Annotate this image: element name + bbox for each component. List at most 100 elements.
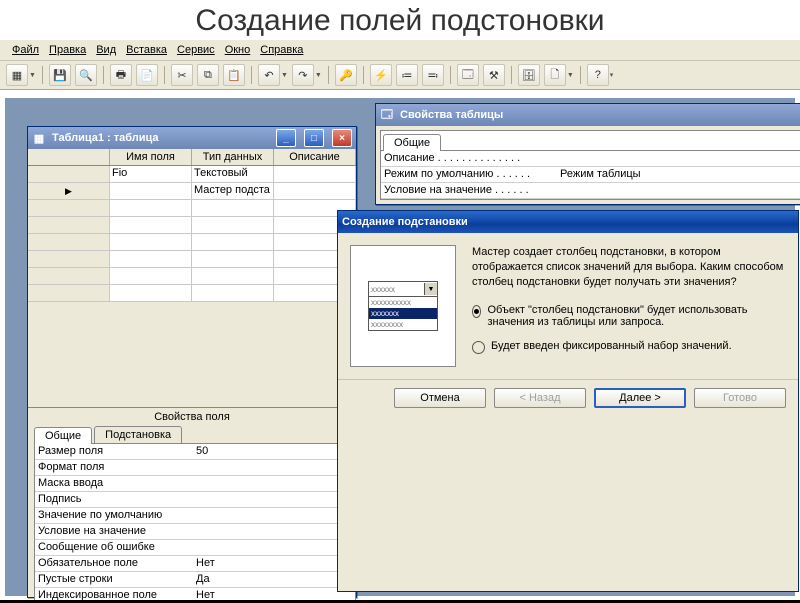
table-row[interactable] bbox=[28, 200, 356, 217]
cell-fieldname[interactable] bbox=[110, 268, 192, 284]
table-row[interactable] bbox=[28, 234, 356, 251]
delete-rows-button[interactable]: ≕ bbox=[422, 64, 444, 86]
property-row[interactable]: Индексированное полеНет bbox=[35, 588, 355, 603]
close-button[interactable]: × bbox=[332, 129, 352, 147]
property-row[interactable]: Маска ввода bbox=[35, 476, 355, 492]
dropdown-icon[interactable]: ▼ bbox=[315, 72, 322, 79]
row-selector[interactable] bbox=[28, 268, 110, 284]
row-selector[interactable] bbox=[28, 217, 110, 233]
cell-description[interactable] bbox=[274, 166, 356, 182]
table-row[interactable]: ▶Мастер подста bbox=[28, 183, 356, 200]
grid-body[interactable]: FioТекстовый▶Мастер подста bbox=[28, 166, 356, 302]
copy-button[interactable]: ⧉ bbox=[197, 64, 219, 86]
radio-option-fixed-list[interactable]: Будет введен фиксированный набор значени… bbox=[472, 340, 786, 354]
titlebar[interactable]: Создание подстановки bbox=[338, 211, 798, 233]
row-selector[interactable] bbox=[28, 166, 110, 182]
insert-rows-button[interactable]: ≔ bbox=[396, 64, 418, 86]
dropdown-icon[interactable]: ▾ bbox=[610, 71, 614, 79]
new-object-button[interactable]: 🗋 bbox=[544, 64, 566, 86]
table-row[interactable] bbox=[28, 217, 356, 234]
property-row[interactable]: Подпись bbox=[35, 492, 355, 508]
cell-datatype[interactable] bbox=[192, 251, 274, 267]
property-value[interactable] bbox=[193, 460, 355, 475]
col-datatype[interactable]: Тип данных bbox=[192, 149, 274, 165]
undo-button[interactable]: ↶ bbox=[258, 64, 280, 86]
property-row[interactable]: Пустые строкиДа bbox=[35, 572, 355, 588]
properties-button[interactable]: 🗔 bbox=[457, 64, 479, 86]
row-selector[interactable] bbox=[28, 234, 110, 250]
col-fieldname[interactable]: Имя поля bbox=[110, 149, 192, 165]
menu-insert[interactable]: Вставка bbox=[124, 43, 169, 57]
property-row[interactable]: Описание . . . . . . . . . . . . . . bbox=[381, 151, 800, 167]
row-selector[interactable] bbox=[28, 200, 110, 216]
tab-lookup[interactable]: Подстановка bbox=[94, 426, 182, 443]
search-button[interactable]: 🔍 bbox=[75, 64, 97, 86]
cell-datatype[interactable] bbox=[192, 217, 274, 233]
table-row[interactable] bbox=[28, 285, 356, 302]
titlebar[interactable]: 🗔 Свойства таблицы × bbox=[376, 104, 800, 126]
property-value[interactable] bbox=[193, 508, 355, 523]
col-desc[interactable]: Описание bbox=[274, 149, 356, 165]
property-value[interactable] bbox=[193, 524, 355, 539]
indexes-button[interactable]: ⚡ bbox=[370, 64, 392, 86]
cell-fieldname[interactable] bbox=[110, 217, 192, 233]
property-value[interactable]: Да bbox=[193, 572, 355, 587]
menu-tools[interactable]: Сервис bbox=[175, 43, 217, 57]
menu-help[interactable]: Справка bbox=[258, 43, 305, 57]
property-row[interactable]: Значение по умолчанию bbox=[35, 508, 355, 524]
property-value[interactable] bbox=[557, 183, 800, 198]
table-row[interactable] bbox=[28, 251, 356, 268]
props-grid[interactable]: Размер поля50Формат поляМаска вводаПодпи… bbox=[34, 443, 356, 603]
cell-datatype[interactable] bbox=[192, 268, 274, 284]
titlebar[interactable]: ▦ Таблица1 : таблица _ □ × bbox=[28, 127, 356, 149]
cell-datatype[interactable] bbox=[192, 200, 274, 216]
property-row[interactable]: Формат поля bbox=[35, 460, 355, 476]
build-button[interactable]: ⚒ bbox=[483, 64, 505, 86]
cut-button[interactable]: ✂ bbox=[171, 64, 193, 86]
print-button[interactable]: 🖶 bbox=[110, 64, 132, 86]
view-mode-button[interactable]: ▦ bbox=[6, 64, 28, 86]
cell-datatype[interactable] bbox=[192, 285, 274, 301]
property-value[interactable]: Нет bbox=[193, 556, 355, 571]
property-value[interactable] bbox=[193, 540, 355, 555]
table-row[interactable]: FioТекстовый bbox=[28, 166, 356, 183]
property-value[interactable]: Нет bbox=[193, 588, 355, 603]
menu-view[interactable]: Вид bbox=[94, 43, 118, 57]
cell-fieldname[interactable] bbox=[110, 200, 192, 216]
database-window-button[interactable]: 🗄 bbox=[518, 64, 540, 86]
cancel-button[interactable]: Отмена bbox=[394, 388, 486, 408]
property-row[interactable]: Обязательное полеНет bbox=[35, 556, 355, 572]
cell-fieldname[interactable] bbox=[110, 234, 192, 250]
dropdown-icon[interactable]: ▼ bbox=[29, 72, 36, 79]
row-selector[interactable]: ▶ bbox=[28, 183, 110, 199]
dropdown-icon[interactable]: ▼ bbox=[567, 72, 574, 79]
dropdown-icon[interactable]: ▼ bbox=[281, 72, 288, 79]
property-value[interactable]: 50 bbox=[193, 444, 355, 459]
preview-button[interactable]: 📄 bbox=[136, 64, 158, 86]
cell-fieldname[interactable] bbox=[110, 285, 192, 301]
table-row[interactable] bbox=[28, 268, 356, 285]
cell-fieldname[interactable] bbox=[110, 251, 192, 267]
property-row[interactable]: Условие на значение . . . . . . bbox=[381, 183, 800, 199]
next-button[interactable]: Далее > bbox=[594, 388, 686, 408]
cell-datatype[interactable]: Текстовый bbox=[192, 166, 274, 182]
property-value[interactable]: Режим таблицы bbox=[557, 167, 800, 182]
property-row[interactable]: Условие на значение bbox=[35, 524, 355, 540]
property-row[interactable]: Размер поля50 bbox=[35, 444, 355, 460]
help-button[interactable]: ? bbox=[587, 64, 609, 86]
cell-fieldname[interactable] bbox=[110, 183, 192, 199]
row-selector[interactable] bbox=[28, 285, 110, 301]
menu-window[interactable]: Окно bbox=[223, 43, 253, 57]
minimize-button[interactable]: _ bbox=[276, 129, 296, 147]
redo-button[interactable]: ↷ bbox=[292, 64, 314, 86]
paste-button[interactable]: 📋 bbox=[223, 64, 245, 86]
menu-edit[interactable]: Правка bbox=[47, 43, 88, 57]
property-value[interactable] bbox=[557, 151, 800, 166]
row-selector[interactable] bbox=[28, 251, 110, 267]
property-value[interactable] bbox=[193, 476, 355, 491]
cell-fieldname[interactable]: Fio bbox=[110, 166, 192, 182]
property-value[interactable] bbox=[193, 492, 355, 507]
maximize-button[interactable]: □ bbox=[304, 129, 324, 147]
primary-key-button[interactable]: 🔑 bbox=[335, 64, 357, 86]
tab-general[interactable]: Общие bbox=[34, 427, 92, 444]
